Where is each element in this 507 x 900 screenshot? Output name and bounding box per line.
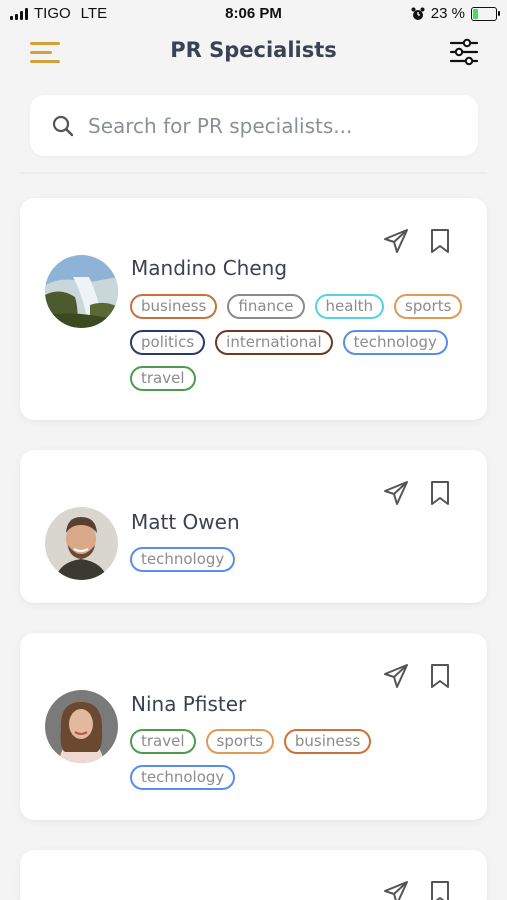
specialist-card[interactable] xyxy=(20,850,487,900)
send-icon[interactable] xyxy=(383,228,409,254)
card-actions xyxy=(383,228,453,254)
search-input[interactable] xyxy=(88,113,458,138)
card-actions xyxy=(383,663,453,689)
battery-percent: 23 % xyxy=(430,5,465,22)
bookmark-icon[interactable] xyxy=(427,663,453,689)
specialist-name[interactable]: Mandino Cheng xyxy=(131,256,287,280)
tag-chip[interactable]: travel xyxy=(130,729,196,754)
send-icon[interactable] xyxy=(383,480,409,506)
specialist-name[interactable]: Nina Pfister xyxy=(131,692,246,716)
tag-chip[interactable]: business xyxy=(130,294,218,319)
bookmark-icon[interactable] xyxy=(427,880,453,900)
tag-list: travel sports business technology xyxy=(130,729,470,790)
tag-chip[interactable]: technology xyxy=(342,330,448,355)
tag-chip[interactable]: finance xyxy=(227,294,305,319)
specialist-card[interactable]: Nina Pfister travel sports business tech… xyxy=(20,633,487,820)
bookmark-icon[interactable] xyxy=(427,480,453,506)
search-bar[interactable] xyxy=(30,95,478,156)
page-title: PR Specialists xyxy=(170,38,337,62)
status-right: 23 % xyxy=(411,5,500,22)
divider xyxy=(20,172,487,174)
battery-icon xyxy=(471,6,500,21)
tag-list: business finance health sports politics … xyxy=(130,294,470,391)
send-icon[interactable] xyxy=(383,880,409,900)
tag-chip[interactable]: travel xyxy=(130,366,196,391)
tag-chip[interactable]: business xyxy=(283,729,372,754)
tag-chip[interactable]: sports xyxy=(205,729,274,754)
search-icon xyxy=(52,115,74,136)
tag-chip[interactable]: health xyxy=(314,294,385,319)
specialist-card[interactable]: Mandino Cheng business finance health sp… xyxy=(20,198,487,420)
avatar xyxy=(45,255,118,328)
avatar xyxy=(45,507,118,580)
card-actions xyxy=(383,880,453,900)
tag-chip[interactable]: international xyxy=(215,330,333,355)
send-icon[interactable] xyxy=(383,663,409,689)
tag-chip[interactable]: technology xyxy=(130,547,236,572)
status-bar: TIGO LTE 8:06 PM 23 % xyxy=(0,0,507,28)
specialist-card[interactable]: Matt Owen technology xyxy=(20,450,487,603)
alarm-icon xyxy=(411,7,425,20)
card-actions xyxy=(383,480,453,506)
tag-chip[interactable]: politics xyxy=(130,330,206,355)
app-header: PR Specialists xyxy=(0,28,507,78)
avatar xyxy=(45,690,118,763)
specialist-name[interactable]: Matt Owen xyxy=(131,510,240,534)
tag-list: technology xyxy=(130,547,470,572)
tag-chip[interactable]: sports xyxy=(394,294,463,319)
bookmark-icon[interactable] xyxy=(427,228,453,254)
tag-chip[interactable]: technology xyxy=(130,765,236,790)
filter-sliders-icon[interactable] xyxy=(449,38,479,66)
